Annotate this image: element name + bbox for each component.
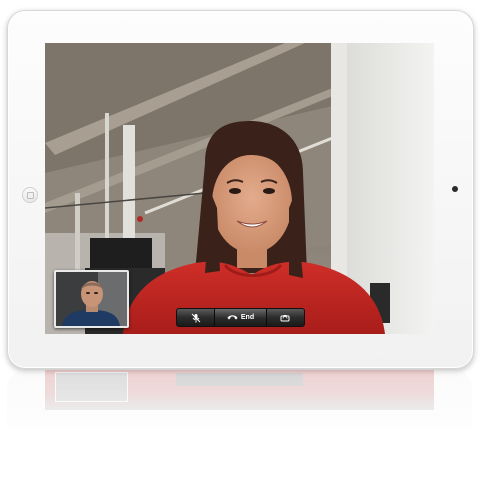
mute-button[interactable] <box>177 309 216 326</box>
facetime-screen: End <box>45 43 434 334</box>
end-call-label: End <box>240 314 255 321</box>
switch-camera-button[interactable] <box>267 309 304 326</box>
call-controls-bar: End <box>176 308 305 327</box>
phone-handset-icon <box>227 315 238 320</box>
reflection-call-bar <box>176 373 303 386</box>
camera-switch-icon <box>280 314 290 321</box>
end-call-button[interactable]: End <box>215 309 267 326</box>
front-camera <box>452 186 458 192</box>
reflection-self-view <box>55 372 128 402</box>
self-view-thumbnail[interactable] <box>54 270 129 328</box>
microphone-mute-icon <box>191 313 201 322</box>
self-view-video <box>56 272 127 326</box>
home-button[interactable] <box>22 187 38 203</box>
device-reflection <box>7 370 472 470</box>
